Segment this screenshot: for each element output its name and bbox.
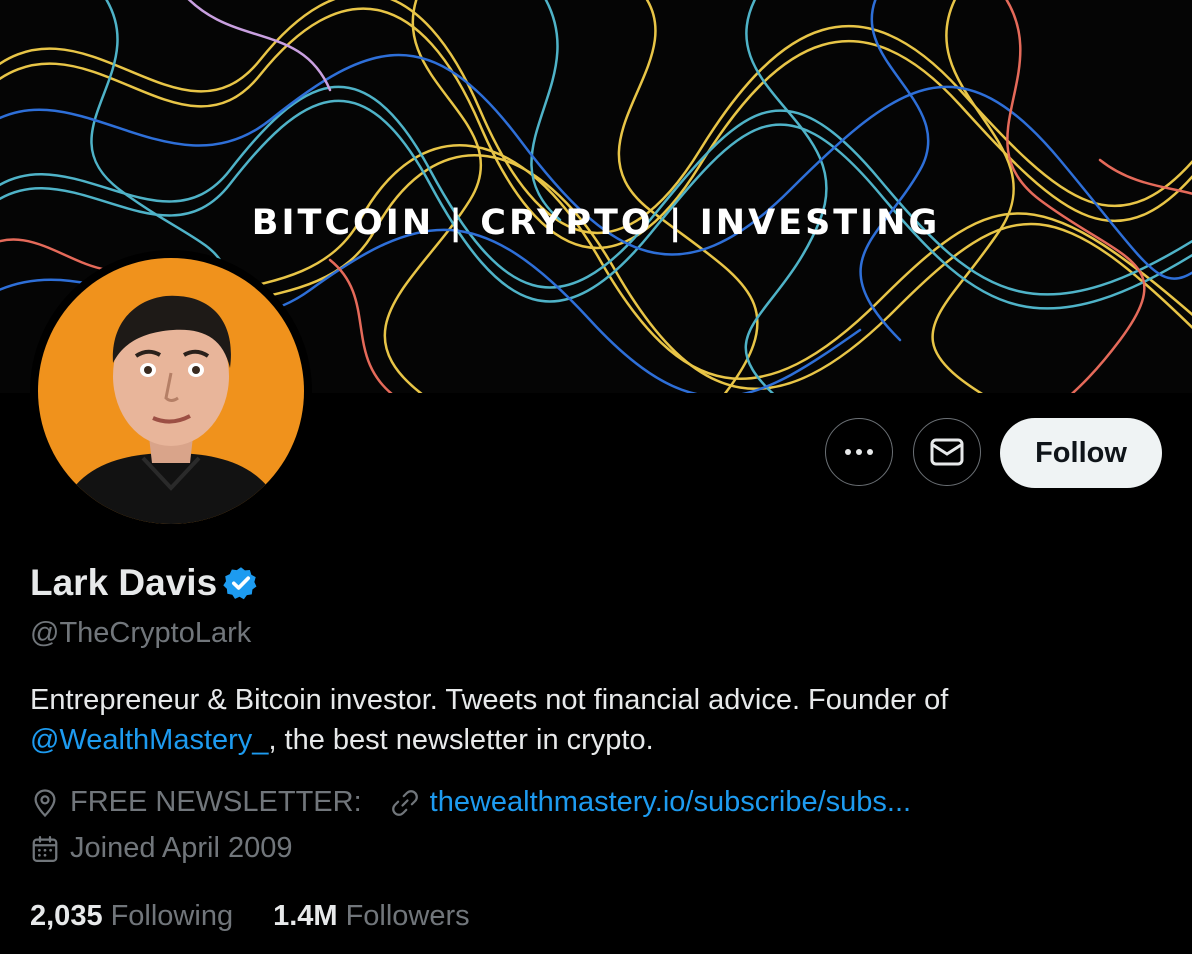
envelope-icon: [930, 438, 964, 466]
banner-title: BITCOIN | CRYPTO | INVESTING: [251, 203, 941, 243]
profile-meta-row: FREE NEWSLETTER: thewealthmastery.io/sub…: [30, 786, 911, 819]
handle: @TheCryptoLark: [30, 617, 252, 649]
follow-button[interactable]: Follow: [1000, 418, 1162, 488]
display-name: Lark Davis: [30, 562, 218, 603]
avatar[interactable]: [30, 250, 312, 532]
link-icon: [390, 788, 420, 818]
following-label: Following: [110, 900, 234, 932]
location-pin-icon: [30, 788, 60, 818]
followers-label: Followers: [345, 900, 470, 932]
message-button[interactable]: [913, 418, 981, 486]
more-button[interactable]: [825, 418, 893, 486]
verified-badge-icon[interactable]: [223, 565, 259, 601]
followers-count: 1.4M: [273, 900, 338, 932]
avatar-image: [38, 258, 304, 524]
following-count: 2,035: [30, 900, 103, 932]
bio-mention-link[interactable]: @WealthMastery_: [30, 724, 268, 756]
followers-link[interactable]: 1.4M Followers: [273, 900, 470, 933]
follow-stats: 2,035 Following 1.4M Followers: [30, 900, 510, 933]
more-horizontal-icon: [845, 449, 873, 455]
joined-row: Joined April 2009: [30, 832, 293, 865]
bio: Entrepreneur & Bitcoin investor. Tweets …: [30, 680, 1130, 760]
location-text: FREE NEWSLETTER:: [70, 786, 362, 818]
bio-text-end: , the best newsletter in crypto.: [268, 724, 654, 756]
calendar-icon: [30, 834, 60, 864]
bio-text-start: Entrepreneur & Bitcoin investor. Tweets …: [30, 684, 949, 716]
name-row: Lark Davis: [30, 562, 259, 604]
following-link[interactable]: 2,035 Following: [30, 900, 233, 933]
joined-text: Joined April 2009: [70, 832, 293, 864]
website-link[interactable]: thewealthmastery.io/subscribe/subs...: [430, 786, 911, 819]
